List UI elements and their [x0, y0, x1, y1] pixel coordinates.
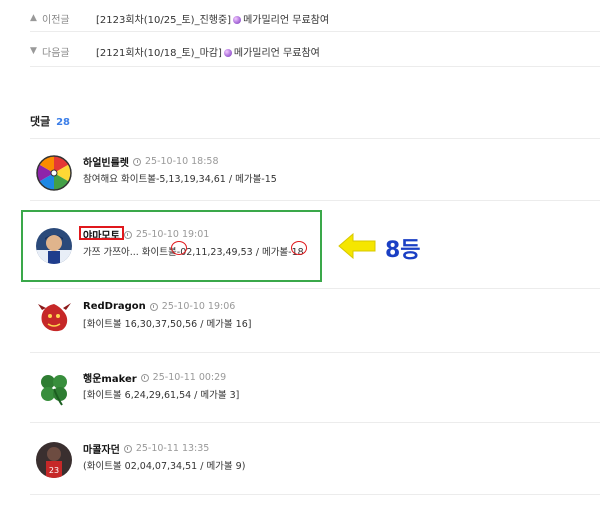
comment-divider: [30, 422, 600, 423]
nav-divider: [30, 31, 600, 32]
red-dragon-icon: [36, 300, 72, 336]
comments-header: 댓글 28: [30, 113, 70, 129]
comment-item: 하얼빈룰렛 25-10-10 18:58 참여해요 화이트볼-5,13,19,3…: [30, 155, 590, 215]
comment-divider: [30, 200, 600, 201]
comment-divider: [30, 494, 600, 495]
clock-icon: [140, 373, 149, 382]
comment-body: 마콜자던 25-10-11 13:35 (화이트볼 02,04,07,34,51…: [83, 442, 245, 472]
prev-post-title: [2123회차(10/25_토)_진행중] 메가밀리언 무료참여: [96, 14, 330, 26]
comment-date: 25-10-10 19:06: [161, 301, 236, 312]
comment-text: [화이트볼 16,30,37,50,56 / 메가볼 16]: [83, 319, 252, 330]
comments-divider: [30, 138, 600, 139]
rank-label: 8등: [385, 238, 421, 263]
comment-text: [화이트볼 6,24,29,61,54 / 메가볼 3]: [83, 390, 240, 401]
comment-author[interactable]: 마콜자던: [83, 441, 120, 456]
comment-date: 25-10-10 18:58: [145, 156, 219, 167]
prev-post-label: 이전글: [42, 14, 70, 26]
comment-date: 25-10-11 13:35: [135, 443, 210, 454]
prev-post-link[interactable]: ▲ 이전글 [2123회차(10/25_토)_진행중] 메가밀리언 무료참여: [30, 7, 329, 29]
chevron-down-icon: ▼: [30, 46, 37, 56]
svg-text:23: 23: [49, 466, 59, 475]
roulette-wheel-icon: [36, 155, 72, 191]
comment-body: 하얼빈룰렛 25-10-10 18:58 참여해요 화이트볼-5,13,19,3…: [83, 155, 277, 185]
number-circle-mark: [171, 241, 187, 255]
clock-icon: [149, 302, 158, 311]
clock-icon: [133, 157, 141, 166]
comments-count: 28: [56, 117, 71, 128]
comments-title: 댓글: [30, 115, 51, 128]
chevron-up-icon: ▲: [30, 13, 37, 23]
comment-item: RedDragon 25-10-10 19:06 [화이트볼 16,30,37,…: [30, 300, 590, 360]
gem-icon: [223, 48, 232, 57]
four-leaf-clover-icon: [36, 371, 72, 407]
comment-divider: [30, 288, 600, 289]
comment-body: RedDragon 25-10-10 19:06 [화이트볼 16,30,37,…: [83, 300, 251, 330]
number-circle-mark: [291, 241, 307, 255]
comment-date: 25-10-11 00:29: [152, 372, 227, 383]
comment-author[interactable]: RedDragon: [83, 301, 146, 312]
next-post-link[interactable]: ▼ 다음글 [2121회차(10/18_토)_마감] 메가밀리언 무료참여: [30, 40, 320, 62]
comment-divider: [30, 352, 600, 353]
comment-text: (화이트볼 02,04,07,34,51 / 메가볼 9): [83, 461, 246, 472]
nav-divider: [30, 66, 600, 67]
comment-text: 참여해요 화이트볼-5,13,19,34,61 / 메가볼-15: [83, 174, 277, 185]
clock-icon: [123, 444, 132, 453]
arrow-left-icon: [338, 233, 376, 259]
author-highlight-rect: [79, 226, 124, 240]
comment-body: 행운maker 25-10-11 00:29 [화이트볼 6,24,29,61,…: [83, 371, 239, 401]
comment-author[interactable]: 하얼빈룰렛: [83, 154, 129, 169]
gem-icon: [233, 15, 242, 24]
next-post-label: 다음글: [42, 47, 70, 59]
basketball-player-avatar: 23: [36, 442, 72, 478]
comment-item: 23 마콜자던 25-10-11 13:35 (화이트볼 02,04,07,34…: [30, 442, 590, 502]
next-post-title: [2121회차(10/18_토)_마감] 메가밀리언 무료참여: [96, 47, 320, 59]
comment-author[interactable]: 행운maker: [83, 370, 137, 385]
